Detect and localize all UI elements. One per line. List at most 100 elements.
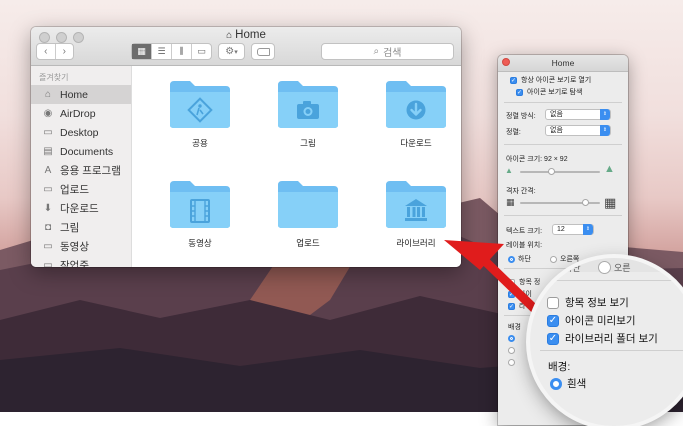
search-icon: ⌕	[373, 46, 380, 57]
background-picture-radio-small[interactable]	[508, 359, 518, 366]
cover-flow-button[interactable]: ▭	[192, 44, 211, 59]
arrange-by-popup[interactable]: 없음 ⇕	[545, 109, 611, 120]
folder-label: 공용	[192, 138, 208, 148]
radio-empty-icon	[508, 359, 515, 366]
large-grid-icon: ▦	[604, 195, 617, 210]
partial-label-right-row: 오른	[598, 261, 631, 274]
sidebar-item-documents[interactable]: ▤ Documents	[31, 142, 131, 161]
show-library-folder-checkbox[interactable]: ✓ 라이브러리 폴더 보기	[547, 331, 658, 346]
checkmark-icon: ✓	[508, 302, 515, 310]
text-size-label: 텍스트 크기:	[506, 228, 543, 235]
grid-spacing-slider[interactable]	[520, 199, 600, 206]
download-icon	[406, 100, 426, 120]
background-label: 배경:	[548, 361, 571, 373]
folder-upload[interactable]: 업로드	[258, 179, 358, 249]
sidebar-item-applications[interactable]: A 응용 프로그램	[31, 161, 131, 180]
search-field[interactable]: ⌕ 검색	[321, 43, 454, 60]
slider-knob[interactable]	[582, 199, 589, 206]
sort-by-label: 정렬:	[506, 129, 521, 136]
show-library-checkbox-small[interactable]: ✓ 라이	[508, 301, 532, 311]
checkbox-label: 항목 정보 보기	[565, 297, 629, 309]
icon-size-row: 아이콘 크기: 92 × 92	[506, 154, 568, 164]
browse-icon-view-checkbox[interactable]: ✓ 아이콘 보기로 탐색	[516, 87, 582, 97]
sidebar-item-movies[interactable]: ▭ 동영상	[31, 237, 131, 256]
popup-value: 없음	[550, 111, 563, 118]
label-position-label: 레이블 위치:	[506, 242, 543, 249]
checkbox-label: 아이콘 미리보기	[565, 315, 636, 327]
sidebar-item-label: Desktop	[60, 126, 99, 139]
folder-label: 라이브러리	[396, 238, 436, 248]
folder-public[interactable]: 공용	[150, 79, 250, 149]
background-white-radio-small[interactable]	[508, 335, 518, 342]
tag-button[interactable]	[251, 43, 275, 60]
icon-size-label: 아이콘 크기:	[506, 156, 543, 163]
forward-button[interactable]: ›	[55, 46, 73, 57]
checkmark-icon: ✓	[510, 76, 517, 84]
sidebar-item-work[interactable]: ▭ 작업중	[31, 256, 131, 267]
folder-label: 동영상	[188, 238, 212, 248]
sidebar-item-download[interactable]: ⬇ 다운로드	[31, 199, 131, 218]
folder-content: 공용 그림 다운로드 동영상 업로드 라이브러리	[132, 66, 461, 267]
always-open-icon-view-checkbox[interactable]: ✓ 항상 아이콘 보기로 열기	[510, 75, 591, 85]
radio-empty-icon	[508, 347, 515, 354]
background-color-radio-small[interactable]	[508, 347, 518, 354]
folder-icon	[386, 181, 446, 228]
documents-icon: ▤	[43, 146, 53, 157]
small-grid-icon: ▦	[506, 197, 515, 207]
text-size-popup[interactable]: 12 ⇕	[552, 224, 594, 235]
slider-knob[interactable]	[548, 168, 555, 175]
folder-pictures[interactable]: 그림	[258, 79, 358, 149]
sidebar-item-label: 다운로드	[60, 203, 99, 215]
column-view-button[interactable]: ⫼	[172, 44, 192, 59]
sidebar-item-home[interactable]: ⌂ Home	[31, 85, 131, 104]
partial-label-right: 오른	[614, 263, 631, 273]
icon-view-button[interactable]: ▦	[132, 44, 152, 59]
applications-icon: A	[44, 165, 52, 176]
back-button[interactable]: ‹	[37, 46, 55, 57]
folder-downloads[interactable]: 다운로드	[366, 79, 461, 149]
checkbox-label: 항목 정	[519, 279, 541, 286]
folder-movies[interactable]: 동영상	[150, 179, 250, 249]
panel-close-button[interactable]	[502, 58, 510, 66]
action-gear-button[interactable]: ⚙ ▾	[218, 43, 245, 60]
desktop-icon: ▭	[43, 127, 53, 138]
popup-value: 없음	[550, 127, 563, 134]
list-view-button[interactable]: ☰	[152, 44, 172, 59]
checkbox-label: 라이	[519, 303, 532, 310]
home-icon: ⌂	[44, 89, 52, 100]
divider	[504, 215, 622, 216]
show-item-info-checkbox-small[interactable]: 항목 정	[508, 277, 540, 287]
sort-by-popup[interactable]: 없음 ⇕	[545, 125, 611, 136]
radio-selected-icon	[550, 377, 562, 390]
checkbox-label: 아이	[519, 291, 532, 298]
divider	[504, 144, 622, 145]
sidebar: 즐겨찾기 ⌂ Home ◉ AirDrop ▭ Desktop ▤ Documents …	[31, 66, 132, 267]
sidebar-item-label: Home	[60, 88, 89, 101]
view-mode-group: ▦ ☰ ⫼ ▭	[131, 43, 212, 60]
panel-title: Home	[551, 58, 575, 68]
radio-label: 하단	[518, 256, 531, 263]
popup-value: 12	[557, 226, 565, 233]
show-item-info-checkbox[interactable]: 항목 정보 보기	[547, 295, 629, 310]
show-icon-preview-checkbox-small[interactable]: ✓ 아이	[508, 289, 532, 299]
background-white-radio[interactable]: 흰색	[550, 376, 586, 391]
chevron-updown-icon: ⇕	[583, 224, 593, 235]
sidebar-item-desktop[interactable]: ▭ Desktop	[31, 123, 131, 142]
small-icon-size-icon: ▲	[505, 166, 513, 175]
divider	[504, 102, 622, 103]
home-icon: ⌂	[226, 30, 233, 41]
folder-icon	[170, 81, 230, 128]
show-icon-preview-checkbox[interactable]: ✓ 아이콘 미리보기	[547, 313, 636, 328]
sidebar-item-upload[interactable]: ▭ 업로드	[31, 180, 131, 199]
label-bottom-radio[interactable]: 하단	[508, 254, 531, 264]
sidebar-item-airdrop[interactable]: ◉ AirDrop	[31, 104, 131, 123]
search-placeholder: 검색	[383, 48, 402, 59]
folder-icon	[278, 81, 338, 128]
sidebar-item-pictures[interactable]: ◘ 그림	[31, 218, 131, 237]
icon-size-slider[interactable]	[520, 168, 600, 175]
divider	[540, 280, 683, 281]
back-forward-buttons: ‹ ›	[36, 43, 74, 60]
folder-library[interactable]: 라이브러리	[366, 179, 461, 249]
sidebar-item-label: 업로드	[60, 184, 89, 196]
divider	[540, 350, 683, 351]
